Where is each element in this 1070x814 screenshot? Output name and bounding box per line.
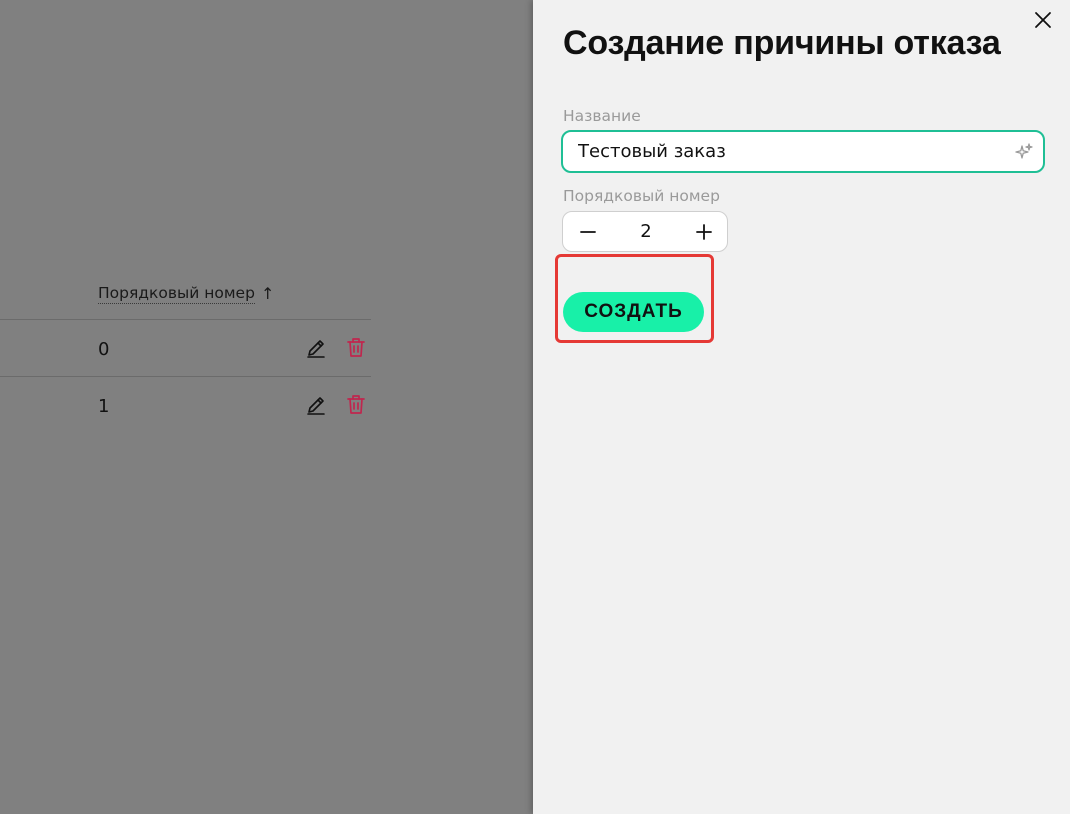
decrement-button[interactable] xyxy=(573,217,603,247)
row-order-value: 1 xyxy=(98,396,110,417)
sparkle-icon[interactable] xyxy=(1015,143,1033,161)
pencil-icon[interactable] xyxy=(305,337,327,359)
order-stepper: 2 xyxy=(562,211,728,252)
pencil-icon[interactable] xyxy=(305,394,327,416)
drawer-title: Создание причины отказа xyxy=(563,24,1001,62)
table-row: 0 xyxy=(0,320,371,376)
name-field[interactable] xyxy=(561,130,1045,173)
name-input[interactable] xyxy=(563,132,1018,171)
order-label: Порядковый номер xyxy=(563,187,720,205)
column-header-label: Порядковый номер xyxy=(98,284,255,304)
background-page: Порядковый номер ↑ 0 1 xyxy=(0,0,533,814)
name-label: Название xyxy=(563,107,641,125)
trash-icon[interactable] xyxy=(345,336,367,358)
sort-header-order[interactable]: Порядковый номер ↑ xyxy=(98,284,274,304)
create-reason-drawer: Создание причины отказа Название Порядко… xyxy=(533,0,1070,814)
close-icon[interactable] xyxy=(1033,10,1053,30)
sort-arrow-icon: ↑ xyxy=(260,284,275,303)
table-row: 1 xyxy=(0,377,371,433)
order-value[interactable]: 2 xyxy=(613,212,679,251)
trash-icon[interactable] xyxy=(345,393,367,415)
increment-button[interactable] xyxy=(689,217,719,247)
create-button[interactable]: СОЗДАТЬ xyxy=(563,292,704,332)
row-order-value: 0 xyxy=(98,339,110,360)
